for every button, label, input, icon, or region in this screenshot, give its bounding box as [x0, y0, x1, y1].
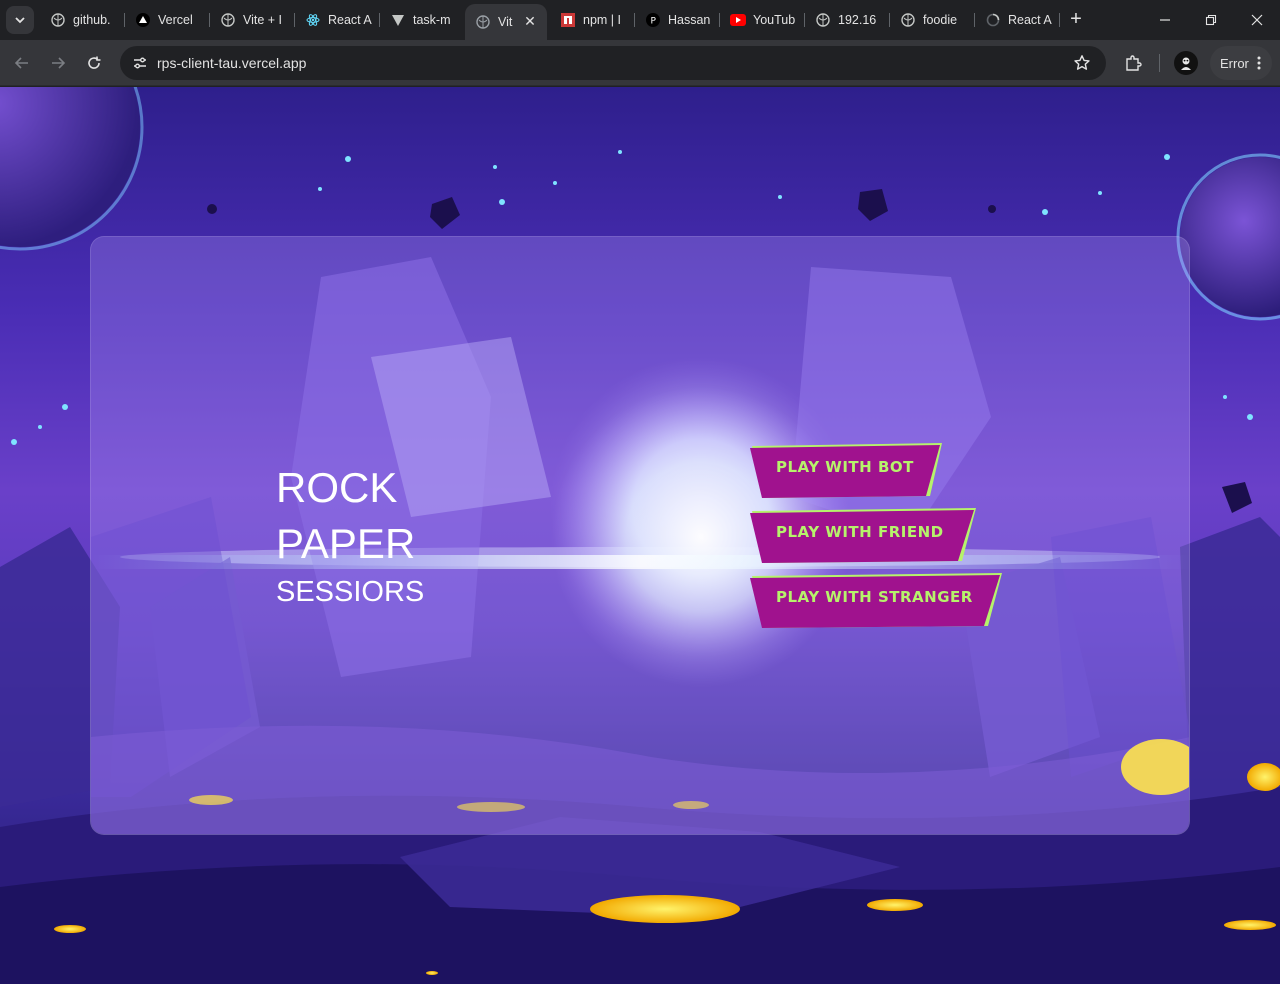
tab-react[interactable]: React A: [295, 6, 380, 34]
profile-avatar[interactable]: [1174, 51, 1198, 75]
tab-strip: github. Vercel Vite + I React A task-m V…: [0, 0, 1280, 40]
tab-youtube[interactable]: YouTub: [720, 6, 805, 34]
vite-icon: [390, 12, 406, 28]
tab-foodie[interactable]: foodie: [890, 6, 975, 34]
react-icon: [305, 12, 321, 28]
play-with-stranger-label: PLAY WITH STRANGER: [776, 588, 973, 606]
close-icon: [1251, 14, 1263, 26]
tab-vercel[interactable]: Vercel: [125, 6, 210, 34]
globe-icon: [50, 12, 66, 28]
tab-title: Vit: [498, 15, 513, 29]
tab-active[interactable]: Vit ✕: [465, 4, 547, 40]
play-with-bot-label: PLAY WITH BOT: [776, 458, 914, 476]
puzzle-icon: [1126, 55, 1142, 71]
tab-title: foodie: [923, 13, 958, 27]
back-button[interactable]: [8, 49, 36, 77]
globe-icon: [815, 12, 831, 28]
tab-react-loading[interactable]: React A: [975, 6, 1060, 34]
globe-icon: [220, 12, 236, 28]
tab-title: Vercel: [158, 13, 193, 27]
play-with-bot-button[interactable]: PLAY WITH BOT: [750, 442, 946, 498]
arrow-right-icon: [52, 57, 66, 69]
profile-error-chip[interactable]: Error: [1210, 46, 1272, 80]
globe-icon: [900, 12, 916, 28]
forward-button[interactable]: [44, 49, 72, 77]
kebab-menu-icon: [1257, 56, 1261, 70]
tab-npm[interactable]: npm | I: [550, 6, 635, 34]
tab-vite[interactable]: Vite + I: [210, 6, 295, 34]
vercel-icon: [135, 12, 151, 28]
error-label: Error: [1220, 55, 1249, 71]
minimize-button[interactable]: [1142, 0, 1188, 40]
main-card: [90, 236, 1190, 835]
p-icon: P: [645, 12, 661, 28]
card-blur-decoration: [91, 257, 1189, 834]
tab-title: React A: [1008, 13, 1052, 27]
tab-title: 192.16: [838, 13, 877, 27]
minimize-icon: [1160, 19, 1170, 21]
arrow-left-icon: [14, 57, 28, 69]
bookmark-star-icon[interactable]: [1072, 53, 1092, 73]
title-paper: PAPER: [276, 520, 416, 567]
tab-title: YouTub: [753, 13, 796, 27]
restore-icon: [1205, 14, 1217, 26]
svg-text:P: P: [651, 17, 657, 27]
tab-title: npm | I: [583, 13, 621, 27]
browser-toolbar: rps-client-tau.vercel.app Error: [0, 40, 1280, 86]
chevron-down-icon: [15, 17, 25, 24]
tab-hassan[interactable]: P Hassan: [635, 6, 720, 34]
play-with-friend-button[interactable]: PLAY WITH FRIEND: [750, 507, 980, 563]
address-bar[interactable]: rps-client-tau.vercel.app: [120, 46, 1106, 80]
game-title: ROCK PAPER SESSIORS: [276, 460, 424, 612]
play-with-stranger-button[interactable]: PLAY WITH STRANGER: [750, 572, 1006, 628]
title-rock: ROCK: [276, 464, 398, 511]
npm-icon: [560, 12, 576, 28]
tab-task-manager[interactable]: task-m: [380, 6, 465, 34]
play-with-friend-label: PLAY WITH FRIEND: [776, 523, 944, 541]
close-tab-icon[interactable]: ✕: [523, 14, 537, 28]
restore-button[interactable]: [1188, 0, 1234, 40]
tab-localhost[interactable]: 192.16: [805, 6, 890, 34]
tab-github[interactable]: github.: [40, 6, 125, 34]
extensions-button[interactable]: [1119, 49, 1147, 77]
globe-icon: [475, 14, 491, 30]
tab-title: task-m: [413, 13, 451, 27]
avatar-icon: [1181, 57, 1191, 70]
site-info-icon[interactable]: [128, 51, 152, 75]
loading-spinner-icon: [985, 12, 1001, 28]
tab-title: github.: [73, 13, 111, 27]
close-window-button[interactable]: [1234, 0, 1280, 40]
new-tab-button[interactable]: +: [1064, 8, 1088, 32]
youtube-icon: [730, 12, 746, 28]
reload-icon: [88, 56, 101, 69]
tab-title: Vite + I: [243, 13, 283, 27]
tab-search-button[interactable]: [6, 6, 34, 34]
reload-button[interactable]: [80, 49, 108, 77]
tab-title: Hassan: [668, 13, 711, 27]
tab-title: React A: [328, 13, 372, 27]
url-text[interactable]: rps-client-tau.vercel.app: [157, 55, 306, 71]
page-viewport: ROCK PAPER SESSIORS PLAY WITH BOT PLAY W…: [0, 87, 1280, 984]
title-scissors: SESSIORS: [276, 576, 425, 608]
toolbar-divider: [1159, 54, 1160, 72]
